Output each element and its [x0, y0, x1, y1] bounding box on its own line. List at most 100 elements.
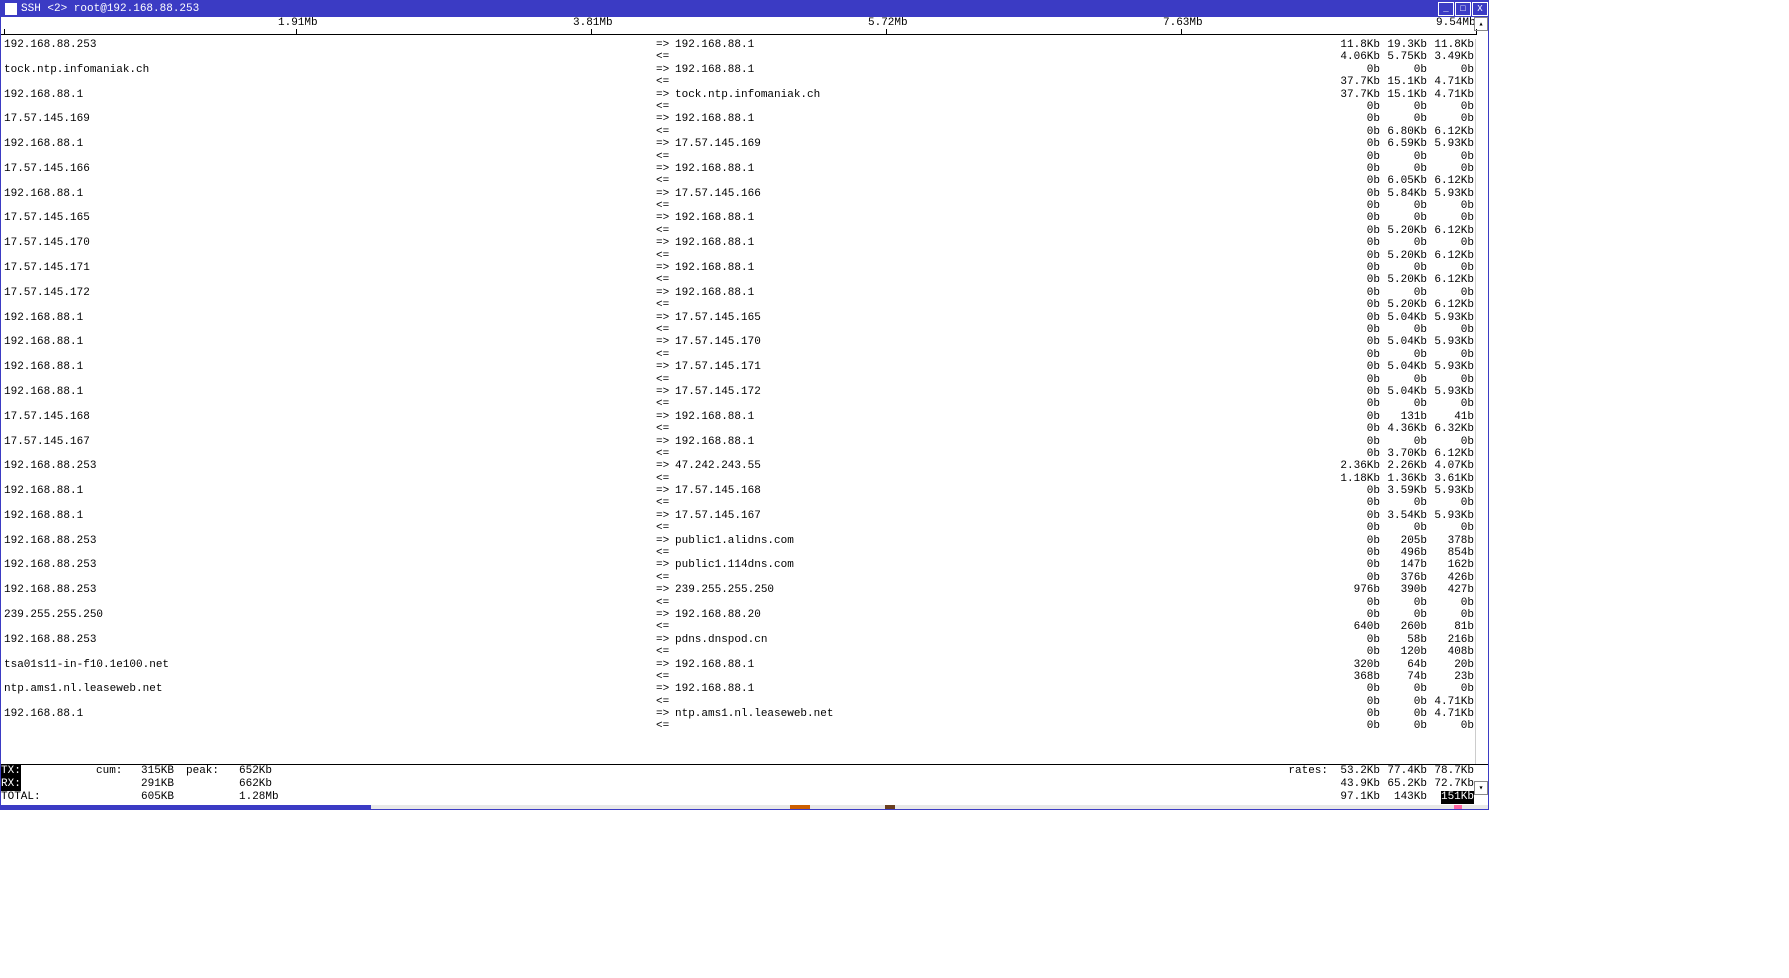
- traffic-row[interactable]: <=0b4.36Kb6.32Kb: [1, 423, 1476, 435]
- traffic-row[interactable]: <=0b0b0b: [1, 101, 1476, 113]
- traffic-row[interactable]: <=0b496b854b: [1, 547, 1476, 559]
- traffic-row[interactable]: 192.168.88.1=>17.57.145.1720b5.04Kb5.93K…: [1, 386, 1476, 398]
- traffic-row[interactable]: 192.168.88.1=>17.57.145.1680b3.59Kb5.93K…: [1, 485, 1476, 497]
- traffic-list[interactable]: 192.168.88.253=>192.168.88.111.8Kb19.3Kb…: [1, 39, 1476, 764]
- traffic-row[interactable]: <=0b0b0b: [1, 374, 1476, 386]
- source-host: 192.168.88.1: [4, 708, 83, 720]
- traffic-row[interactable]: <=0b0b0b: [1, 597, 1476, 609]
- traffic-row[interactable]: 192.168.88.253=>pdns.dnspod.cn0b58b216b: [1, 634, 1476, 646]
- rate-2s: 0b: [1367, 411, 1380, 423]
- traffic-row[interactable]: 17.57.145.168=>192.168.88.10b131b41b: [1, 411, 1476, 423]
- traffic-row[interactable]: 17.57.145.169=>192.168.88.10b0b0b: [1, 113, 1476, 125]
- rate-10s: 0b: [1414, 200, 1427, 212]
- traffic-row[interactable]: <=0b0b0b: [1, 324, 1476, 336]
- traffic-row[interactable]: <=37.7Kb15.1Kb4.71Kb: [1, 76, 1476, 88]
- traffic-row[interactable]: 17.57.145.170=>192.168.88.10b0b0b: [1, 237, 1476, 249]
- traffic-row[interactable]: <=0b3.70Kb6.12Kb: [1, 448, 1476, 460]
- title-bar[interactable]: SSH <2> root@192.168.88.253 _ □ X: [1, 1, 1488, 17]
- traffic-row[interactable]: <=0b376b426b: [1, 572, 1476, 584]
- direction-arrow: <=: [656, 175, 669, 187]
- rate-10s: 3.54Kb: [1387, 510, 1427, 522]
- traffic-row[interactable]: <=0b0b0b: [1, 720, 1476, 732]
- traffic-row[interactable]: <=0b0b0b: [1, 497, 1476, 509]
- traffic-row[interactable]: <=0b0b0b: [1, 522, 1476, 534]
- rate-40s: 0b: [1461, 151, 1474, 163]
- traffic-row[interactable]: 192.168.88.253=>47.242.243.552.36Kb2.26K…: [1, 460, 1476, 472]
- source-host: 192.168.88.253: [4, 634, 96, 646]
- traffic-row[interactable]: 192.168.88.1=>17.57.145.1690b6.59Kb5.93K…: [1, 138, 1476, 150]
- traffic-row[interactable]: 239.255.255.250=>192.168.88.200b0b0b: [1, 609, 1476, 621]
- rate-2s: 0b: [1367, 423, 1380, 435]
- scale-tick: [296, 29, 297, 35]
- traffic-row[interactable]: 192.168.88.1=>17.57.145.1670b3.54Kb5.93K…: [1, 510, 1476, 522]
- traffic-row[interactable]: 192.168.88.1=>17.57.145.1650b5.04Kb5.93K…: [1, 312, 1476, 324]
- traffic-row[interactable]: 192.168.88.1=>tock.ntp.infomaniak.ch37.7…: [1, 89, 1476, 101]
- traffic-row[interactable]: 17.57.145.165=>192.168.88.10b0b0b: [1, 212, 1476, 224]
- scroll-up-button[interactable]: ▴: [1474, 17, 1488, 31]
- rate-2s: 0b: [1367, 535, 1380, 547]
- traffic-row[interactable]: 192.168.88.253=>public1.114dns.com0b147b…: [1, 559, 1476, 571]
- traffic-row[interactable]: 192.168.88.253=>239.255.255.250976b390b4…: [1, 584, 1476, 596]
- rate-40s: 6.12Kb: [1434, 448, 1474, 460]
- scroll-down-button[interactable]: ▾: [1474, 781, 1488, 795]
- traffic-row[interactable]: <=0b6.05Kb6.12Kb: [1, 175, 1476, 187]
- tmux-status-bar[interactable]: [1, 805, 1488, 809]
- rate-2s: 0b: [1367, 225, 1380, 237]
- scrollbar[interactable]: [1475, 39, 1488, 764]
- traffic-row[interactable]: 17.57.145.172=>192.168.88.10b0b0b: [1, 287, 1476, 299]
- traffic-row[interactable]: tsa01s11-in-f10.1e100.net=>192.168.88.13…: [1, 659, 1476, 671]
- rate-10s: 6.59Kb: [1387, 138, 1427, 150]
- direction-arrow: <=: [656, 720, 669, 732]
- close-button[interactable]: X: [1472, 2, 1488, 16]
- traffic-row[interactable]: 192.168.88.1=>17.57.145.1710b5.04Kb5.93K…: [1, 361, 1476, 373]
- rate-10s: 0b: [1414, 113, 1427, 125]
- maximize-button[interactable]: □: [1455, 2, 1471, 16]
- rate-10s: 0b: [1414, 522, 1427, 534]
- rate-2s: 0b: [1367, 212, 1380, 224]
- traffic-row[interactable]: <=368b74b23b: [1, 671, 1476, 683]
- dest-host: 192.168.88.1: [675, 262, 754, 274]
- traffic-row[interactable]: <=0b5.20Kb6.12Kb: [1, 250, 1476, 262]
- direction-arrow: <=: [656, 696, 669, 708]
- rate-40s: 0b: [1461, 101, 1474, 113]
- rate-40s: 0b: [1461, 374, 1474, 386]
- direction-arrow: =>: [656, 510, 669, 522]
- traffic-row[interactable]: 192.168.88.1=>17.57.145.1700b5.04Kb5.93K…: [1, 336, 1476, 348]
- rate-10s: 0b: [1414, 708, 1427, 720]
- traffic-row[interactable]: tock.ntp.infomaniak.ch=>192.168.88.10b0b…: [1, 64, 1476, 76]
- traffic-row[interactable]: <=640b260b81b: [1, 621, 1476, 633]
- source-host: 17.57.145.167: [4, 436, 90, 448]
- traffic-row[interactable]: <=0b5.20Kb6.12Kb: [1, 299, 1476, 311]
- traffic-row[interactable]: ntp.ams1.nl.leaseweb.net=>192.168.88.10b…: [1, 683, 1476, 695]
- rate-40s: 5.93Kb: [1434, 138, 1474, 150]
- rate-40s: 426b: [1448, 572, 1474, 584]
- footer: TX: RX: TOTAL: cum: 315KB 291KB 605KB pe…: [1, 765, 1488, 809]
- traffic-row[interactable]: 192.168.88.1=>ntp.ams1.nl.leaseweb.net0b…: [1, 708, 1476, 720]
- minimize-button[interactable]: _: [1438, 2, 1454, 16]
- traffic-row[interactable]: <=0b5.20Kb6.12Kb: [1, 225, 1476, 237]
- traffic-row[interactable]: <=4.06Kb5.75Kb3.49Kb: [1, 51, 1476, 63]
- traffic-row[interactable]: 192.168.88.253=>192.168.88.111.8Kb19.3Kb…: [1, 39, 1476, 51]
- traffic-row[interactable]: 17.57.145.166=>192.168.88.10b0b0b: [1, 163, 1476, 175]
- traffic-row[interactable]: 17.57.145.171=>192.168.88.10b0b0b: [1, 262, 1476, 274]
- traffic-row[interactable]: <=1.18Kb1.36Kb3.61Kb: [1, 473, 1476, 485]
- dest-host: 192.168.88.1: [675, 64, 754, 76]
- bandwidth-scale: 1.91Mb3.81Mb5.72Mb7.63Mb9.54Mb ▴: [1, 17, 1488, 39]
- traffic-row[interactable]: 192.168.88.1=>17.57.145.1660b5.84Kb5.93K…: [1, 188, 1476, 200]
- traffic-row[interactable]: <=0b0b0b: [1, 200, 1476, 212]
- traffic-row[interactable]: <=0b0b4.71Kb: [1, 696, 1476, 708]
- rate-2s: 0b: [1367, 522, 1380, 534]
- traffic-row[interactable]: <=0b0b0b: [1, 398, 1476, 410]
- traffic-row[interactable]: <=0b0b0b: [1, 349, 1476, 361]
- traffic-row[interactable]: <=0b6.80Kb6.12Kb: [1, 126, 1476, 138]
- rate-40s: 6.12Kb: [1434, 299, 1474, 311]
- traffic-row[interactable]: <=0b5.20Kb6.12Kb: [1, 274, 1476, 286]
- rate-10s: 5.75Kb: [1387, 51, 1427, 63]
- traffic-row[interactable]: <=0b120b408b: [1, 646, 1476, 658]
- traffic-row[interactable]: <=0b0b0b: [1, 151, 1476, 163]
- rate-10s: 5.20Kb: [1387, 299, 1427, 311]
- source-host: 192.168.88.1: [4, 485, 83, 497]
- traffic-row[interactable]: 192.168.88.253=>public1.alidns.com0b205b…: [1, 535, 1476, 547]
- direction-arrow: <=: [656, 299, 669, 311]
- traffic-row[interactable]: 17.57.145.167=>192.168.88.10b0b0b: [1, 436, 1476, 448]
